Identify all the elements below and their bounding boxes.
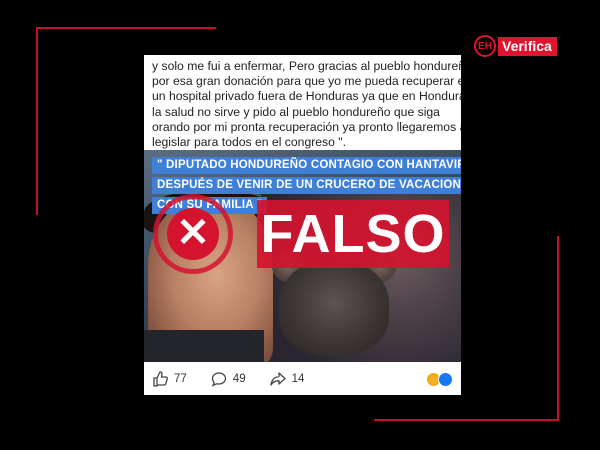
post-text-line: legislar para todos en el congreso ".: [152, 135, 347, 150]
frame-line-left: [36, 27, 38, 215]
post-text-line: un hospital privado fuera de Honduras ya…: [152, 89, 461, 104]
frame-line-bottom-right: [374, 419, 559, 421]
man-suit: [144, 330, 264, 362]
like-action[interactable]: 77: [152, 370, 187, 387]
thumbs-up-icon: [153, 370, 168, 387]
logo-wordmark: Verifica: [498, 36, 557, 56]
comment-action[interactable]: 49: [211, 371, 246, 387]
share-action[interactable]: 14: [269, 371, 305, 387]
frame-line-right: [557, 236, 559, 421]
post-action-bar: 77 49 14: [144, 362, 461, 395]
comment-icon: [211, 371, 226, 387]
share-icon: [269, 371, 286, 386]
post-text-line: por esa gran donación para que yo me pue…: [152, 74, 461, 89]
x-icon: ✕: [167, 208, 219, 260]
post-text-line: la salud no sirve y pido al pueblo hondu…: [152, 104, 440, 119]
share-count: 14: [291, 372, 305, 385]
image-caption-line: DESPUÉS DE VENIR DE UN CRUCERO DE VACACI…: [152, 177, 461, 194]
post-text: y solo me fui a enfermar, Pero gracias a…: [152, 59, 461, 150]
verdict-overlay: ✕ FALSO: [153, 194, 449, 274]
post-text-line: orando por mi pronta recuperación ya pro…: [152, 119, 461, 134]
comment-count: 49: [232, 372, 246, 385]
verdict-label: FALSO: [257, 200, 449, 268]
eh-verifica-logo: EH Verifica: [474, 34, 557, 58]
logo-badge: EH: [474, 35, 496, 57]
like-reaction-icon: [438, 372, 453, 387]
reaction-summary[interactable]: [426, 372, 453, 387]
rat-image: [279, 260, 389, 355]
like-count: 77: [174, 372, 187, 385]
post-text-line: y solo me fui a enfermar, Pero gracias a…: [152, 59, 461, 73]
image-caption-line: " DIPUTADO HONDUREÑO CONTAGIO CON HANTAV…: [152, 157, 461, 174]
frame-line-top-left: [36, 27, 216, 29]
